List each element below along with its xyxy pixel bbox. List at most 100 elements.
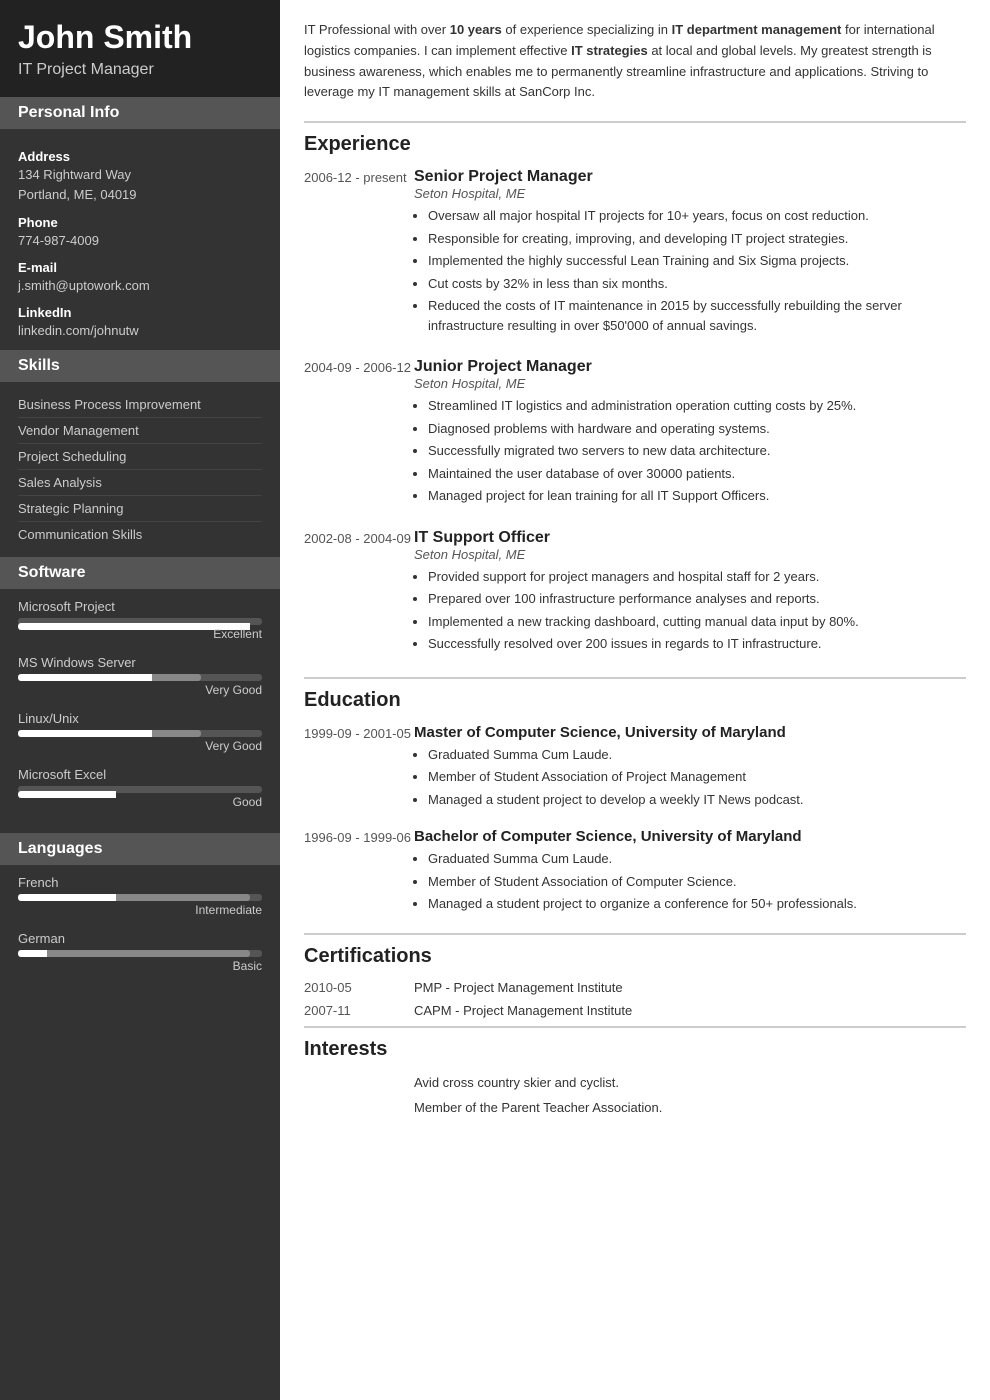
experience-company: Seton Hospital, ME: [414, 547, 966, 562]
software-bar-container: [18, 786, 262, 793]
education-bullet: Graduated Summa Cum Laude.: [428, 745, 966, 765]
experience-item: 2006-12 - presentSenior Project ManagerS…: [304, 168, 966, 338]
certification-date: 2010-05: [304, 980, 414, 995]
software-bar-container: [18, 730, 262, 737]
interests-list: Avid cross country skier and cyclist. Mem…: [304, 1073, 966, 1118]
languages-header: Languages: [0, 833, 280, 865]
experience-bullet: Maintained the user database of over 300…: [428, 464, 966, 484]
education-date: 1996-09 - 1999-06: [304, 828, 414, 917]
language-rating: Intermediate: [18, 903, 262, 917]
experience-bullet: Prepared over 100 infrastructure perform…: [428, 589, 966, 609]
certifications-list: 2010-05PMP - Project Management Institut…: [304, 980, 966, 1018]
languages-content: French Intermediate GermanBasic: [0, 865, 280, 997]
bar-fill: [18, 674, 152, 681]
skills-header: Skills: [0, 350, 280, 382]
education-date: 1999-09 - 2001-05: [304, 724, 414, 813]
software-name: MS Windows Server: [18, 655, 262, 670]
language-item: French Intermediate: [18, 875, 262, 917]
experience-title: Experience: [304, 133, 966, 156]
name-block: John Smith IT Project Manager: [0, 0, 280, 97]
interests-title: Interests: [304, 1038, 966, 1061]
education-bullets: Graduated Summa Cum Laude.Member of Stud…: [414, 745, 966, 810]
address-line1: 134 Rightward Way: [18, 166, 262, 184]
education-content: Bachelor of Computer Science, University…: [414, 828, 966, 917]
skill-item: Sales Analysis: [18, 470, 262, 496]
software-item: Microsoft ExcelGood: [18, 767, 262, 809]
skill-item: Communication Skills: [18, 522, 262, 547]
experience-date: 2004-09 - 2006-12: [304, 358, 414, 509]
bar-fill: [18, 950, 47, 957]
linkedin-value: linkedin.com/johnutw: [18, 322, 262, 340]
experience-bullets: Oversaw all major hospital IT projects f…: [414, 206, 966, 335]
skill-item: Strategic Planning: [18, 496, 262, 522]
personal-info-header: Personal Info: [0, 97, 280, 129]
phone-label: Phone: [18, 215, 262, 230]
experience-bullet: Diagnosed problems with hardware and ope…: [428, 419, 966, 439]
education-bullet: Managed a student project to develop a w…: [428, 790, 966, 810]
interest-spacer: [304, 1073, 414, 1093]
summary-text: IT Professional with over 10 years of ex…: [304, 20, 966, 103]
bar-dark: [152, 730, 201, 737]
experience-bullet: Oversaw all major hospital IT projects f…: [428, 206, 966, 226]
address-line2: Portland, ME, 04019: [18, 186, 262, 204]
linkedin-label: LinkedIn: [18, 305, 262, 320]
software-rating: Very Good: [18, 739, 262, 753]
software-header: Software: [0, 557, 280, 589]
bar-fill: [18, 791, 116, 798]
language-item: GermanBasic: [18, 931, 262, 973]
skill-item: Project Scheduling: [18, 444, 262, 470]
education-bullet: Member of Student Association of Compute…: [428, 872, 966, 892]
software-item: Microsoft ProjectExcellent: [18, 599, 262, 641]
experience-job-title: Junior Project Manager: [414, 358, 966, 376]
education-divider: [304, 677, 966, 679]
interest-spacer: [304, 1098, 414, 1118]
software-content: Microsoft ProjectExcellent MS Windows Ser…: [0, 589, 280, 833]
skills-content: Business Process ImprovementVendor Manag…: [0, 382, 280, 557]
experience-bullet: Responsible for creating, improving, and…: [428, 229, 966, 249]
experience-bullet: Provided support for project managers an…: [428, 567, 966, 587]
experience-bullet: Managed project for lean training for al…: [428, 486, 966, 506]
certification-name: PMP - Project Management Institute: [414, 980, 623, 995]
education-bullet: Member of Student Association of Project…: [428, 767, 966, 787]
software-rating: Very Good: [18, 683, 262, 697]
address-label: Address: [18, 149, 262, 164]
candidate-title: IT Project Manager: [18, 61, 262, 79]
experience-divider: [304, 121, 966, 123]
interest-item: Member of the Parent Teacher Association…: [304, 1098, 966, 1118]
experience-content: Junior Project ManagerSeton Hospital, ME…: [414, 358, 966, 509]
bar-fill: [18, 730, 152, 737]
experience-job-title: IT Support Officer: [414, 529, 966, 547]
certifications-title: Certifications: [304, 945, 966, 968]
software-bar-container: [18, 674, 262, 681]
bar-fill: [18, 894, 116, 901]
experience-bullet: Implemented a new tracking dashboard, cu…: [428, 612, 966, 632]
education-degree: Bachelor of Computer Science, University…: [414, 828, 966, 845]
sidebar: John Smith IT Project Manager Personal I…: [0, 0, 280, 1400]
experience-bullet: Streamlined IT logistics and administrat…: [428, 396, 966, 416]
experience-bullet: Implemented the highly successful Lean T…: [428, 251, 966, 271]
interest-text: Avid cross country skier and cyclist.: [414, 1073, 619, 1093]
education-item: 1996-09 - 1999-06Bachelor of Computer Sc…: [304, 828, 966, 917]
email-value: j.smith@uptowork.com: [18, 277, 262, 295]
experience-item: 2002-08 - 2004-09IT Support OfficerSeton…: [304, 529, 966, 657]
experience-company: Seton Hospital, ME: [414, 186, 966, 201]
email-label: E-mail: [18, 260, 262, 275]
education-title: Education: [304, 689, 966, 712]
education-bullet: Graduated Summa Cum Laude.: [428, 849, 966, 869]
certifications-divider: [304, 933, 966, 935]
experience-bullet: Successfully resolved over 200 issues in…: [428, 634, 966, 654]
phone-value: 774-987-4009: [18, 232, 262, 250]
software-name: Linux/Unix: [18, 711, 262, 726]
education-list: 1999-09 - 2001-05Master of Computer Scie…: [304, 724, 966, 917]
bar-dark: [152, 674, 201, 681]
software-item: MS Windows Server Very Good: [18, 655, 262, 697]
bar-dark: [47, 950, 250, 957]
experience-bullet: Cut costs by 32% in less than six months…: [428, 274, 966, 294]
education-content: Master of Computer Science, University o…: [414, 724, 966, 813]
language-name: French: [18, 875, 262, 890]
candidate-name: John Smith: [18, 20, 262, 55]
experience-date: 2006-12 - present: [304, 168, 414, 338]
experience-bullet: Reduced the costs of IT maintenance in 2…: [428, 296, 966, 335]
software-item: Linux/Unix Very Good: [18, 711, 262, 753]
education-bullets: Graduated Summa Cum Laude. Member of Stud…: [414, 849, 966, 914]
